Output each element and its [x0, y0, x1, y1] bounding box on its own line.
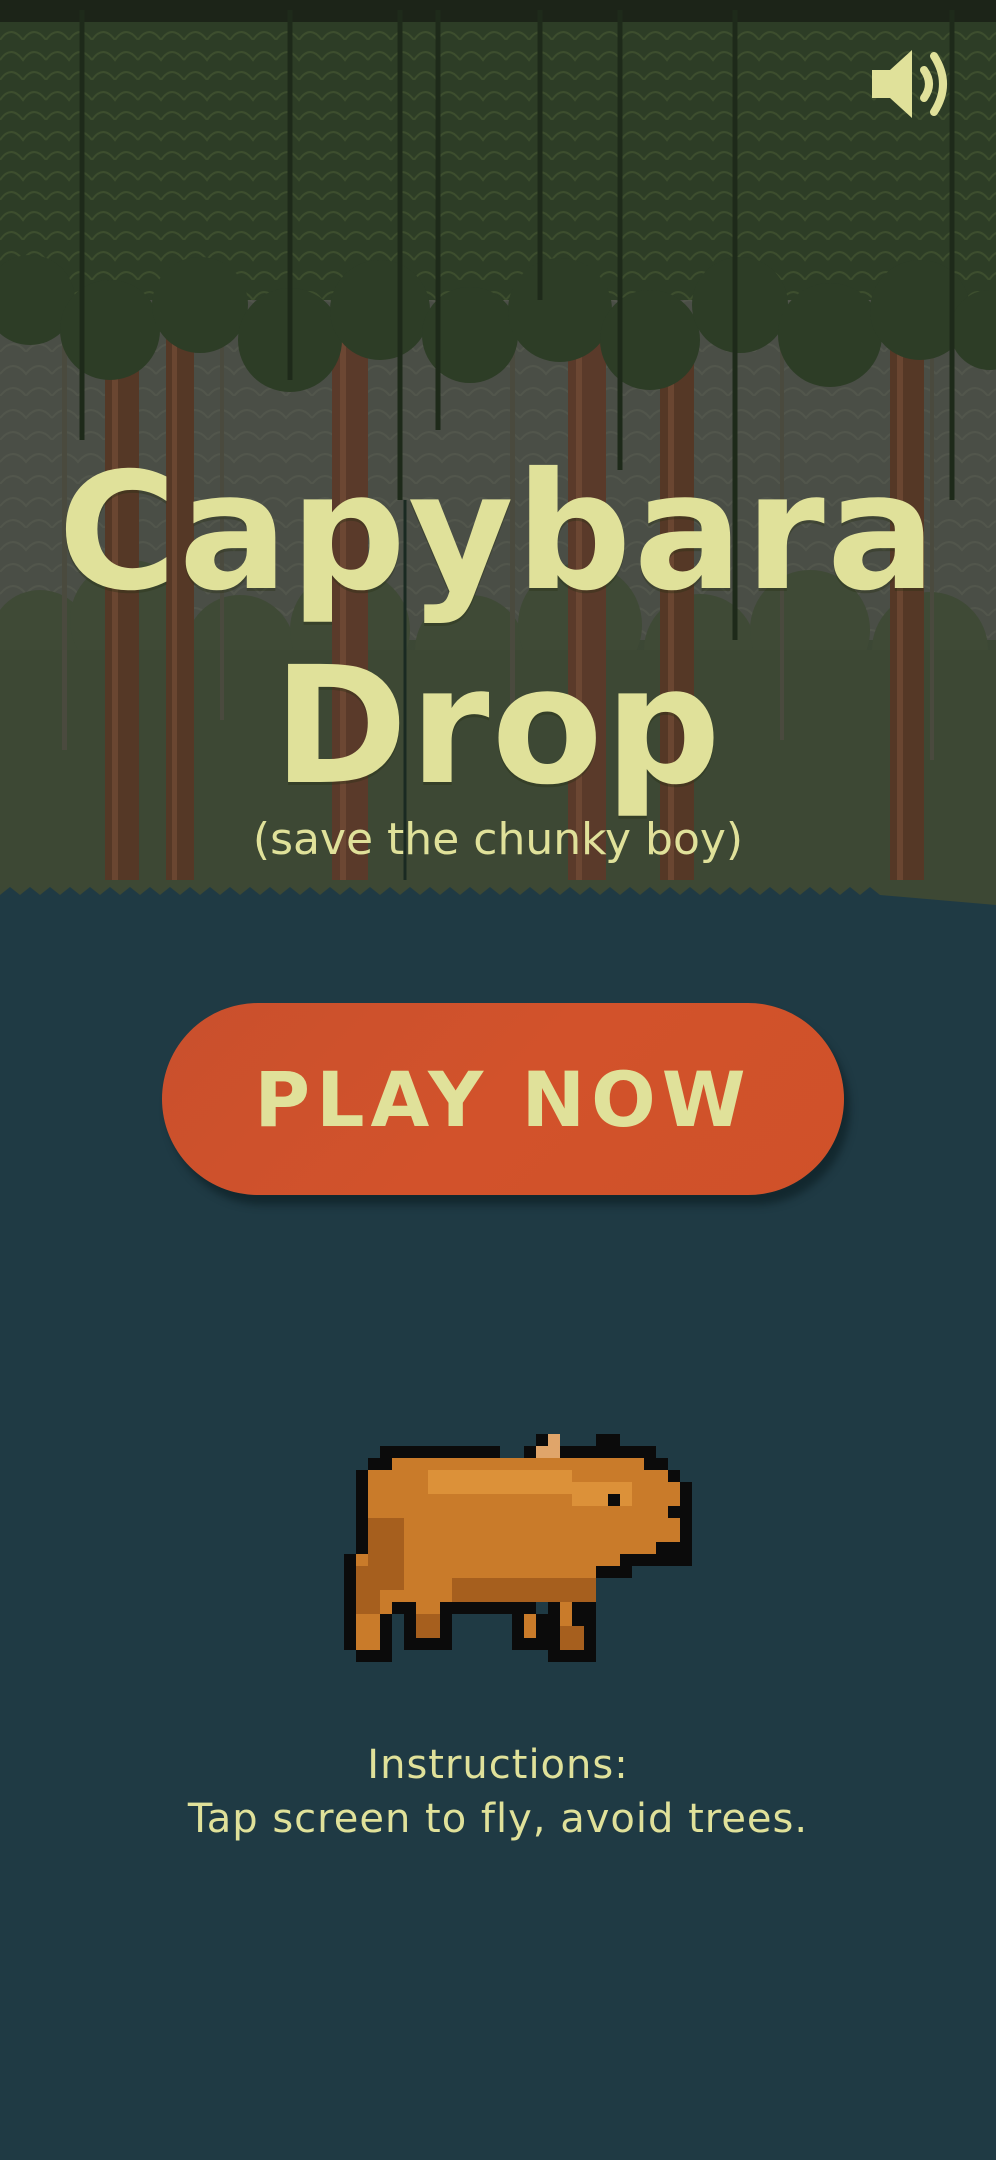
instructions-heading: Instructions:: [367, 1742, 629, 1788]
instructions-block: Instructions: Tap screen to fly, avoid t…: [0, 1738, 996, 1846]
game-title-line-2: Drop: [273, 633, 723, 821]
play-now-button[interactable]: PLAY NOW: [162, 1003, 844, 1195]
sound-toggle-button[interactable]: [868, 40, 956, 128]
game-subtitle: (save the chunky boy): [252, 814, 744, 865]
capybara-pixel-sprite: [344, 1434, 692, 1662]
play-now-label: PLAY NOW: [254, 1054, 752, 1144]
instructions-text: Tap screen to fly, avoid trees.: [187, 1796, 809, 1842]
speaker-volume-icon: [872, 50, 947, 118]
tree-canopy: [0, 0, 996, 392]
game-title-line-1: Capybara: [57, 439, 939, 627]
game-screen[interactable]: Capybara Drop (save the chunky boy) PLAY…: [0, 0, 996, 2160]
